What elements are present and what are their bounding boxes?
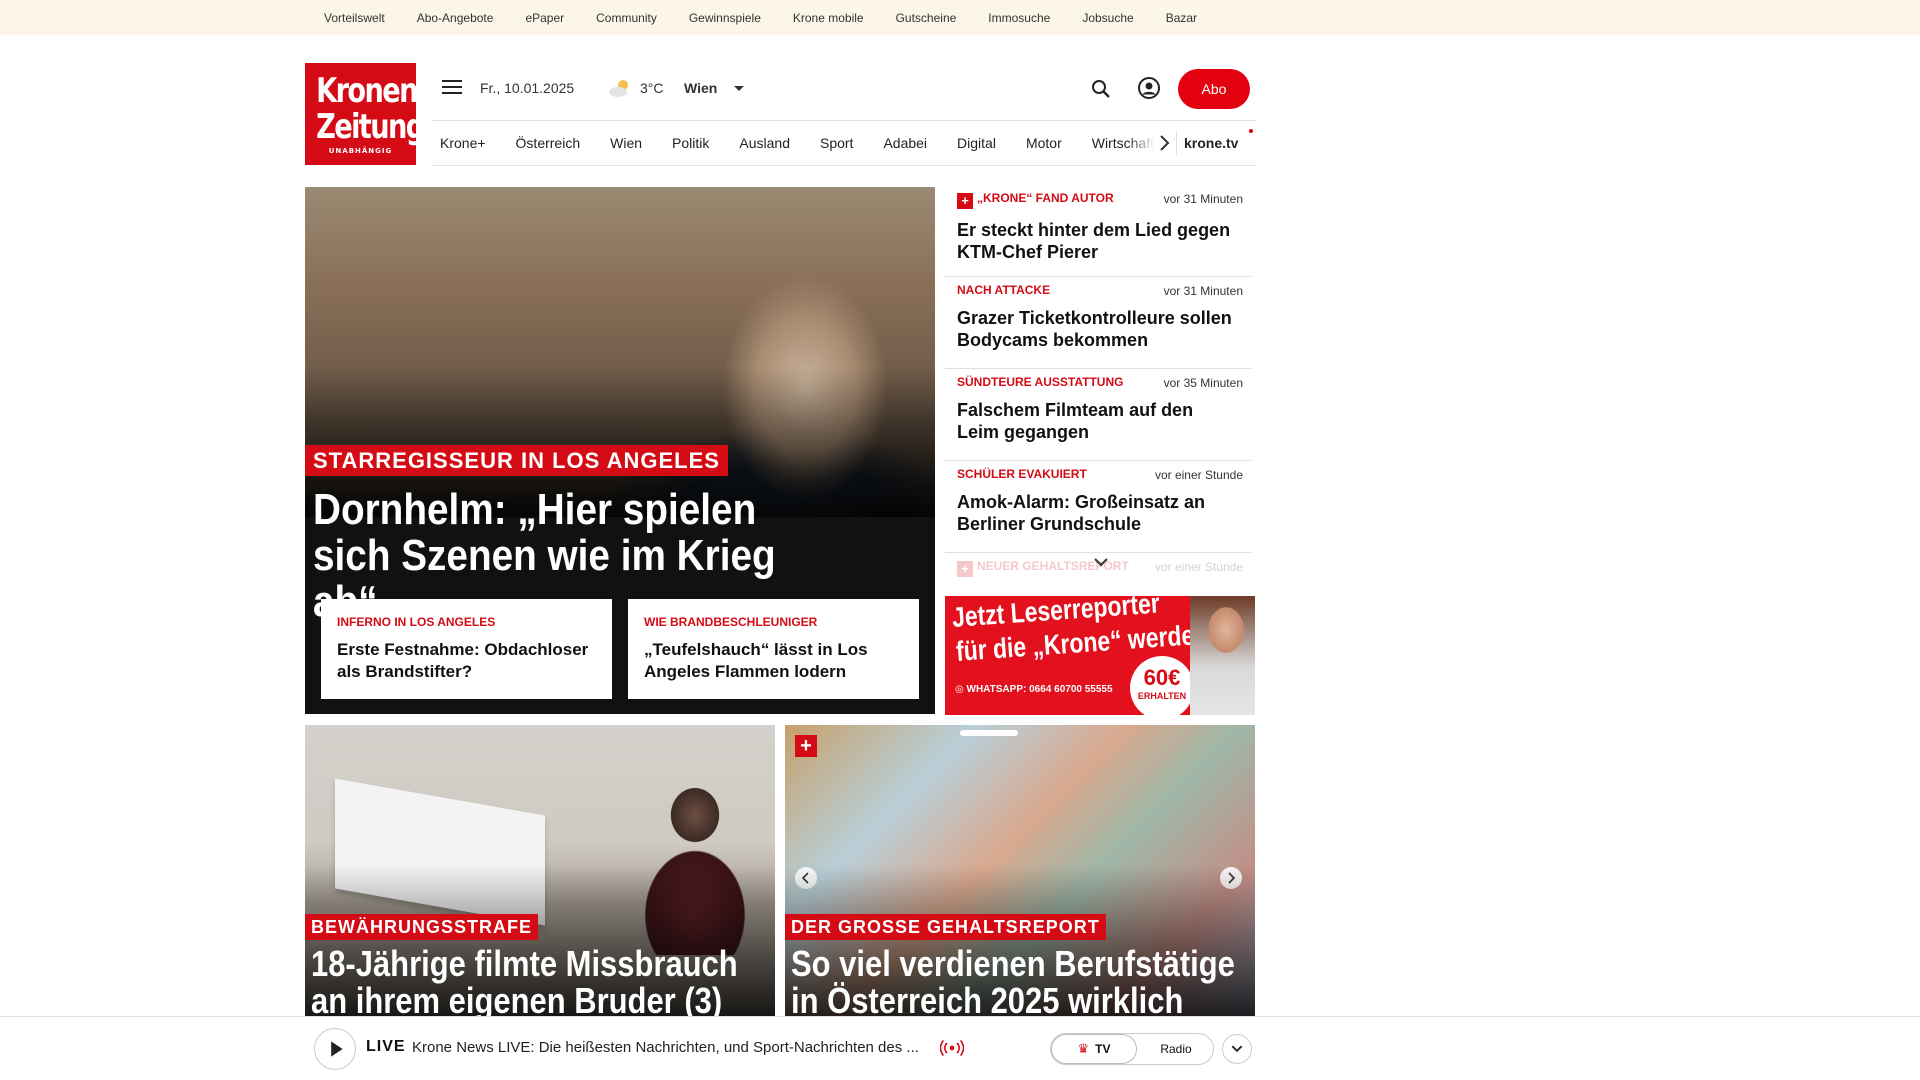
nav-item-adabei[interactable]: Adabei (883, 135, 927, 151)
story-headline: So viel verdienen Berufstätige in Österr… (791, 943, 1235, 1020)
banner-whatsapp: ◎ WHATSAPP: 0664 60700 55555 (955, 684, 1113, 695)
header: Fr., 10.01.2025 3°C Wien Abo (432, 66, 1256, 110)
nav-item-politik[interactable]: Politik (672, 135, 709, 151)
search-icon[interactable] (1090, 78, 1112, 100)
live-stream-title[interactable]: Krone News LIVE: Die heißesten Nachricht… (412, 1039, 919, 1056)
service-link-gewinnspiele[interactable]: Gewinnspiele (689, 11, 761, 25)
chevron-right-icon[interactable] (1154, 133, 1174, 153)
ticker-item[interactable]: SCHÜLER EVAKUIERT vor einer Stunde Amok-… (945, 461, 1251, 553)
ticker-kicker: „KRONE“ FAND AUTOR (977, 191, 1114, 205)
ticker-headline: Er steckt hinter dem Lied gegen KTM-Chef… (957, 220, 1231, 262)
leserreporter-banner[interactable]: Jetzt Leserreporter für die „Krone“ werd… (945, 596, 1255, 715)
live-dot (1249, 129, 1253, 133)
story-headline: 18-Jährige filmte Missbrauch an ihrem ei… (311, 943, 738, 1020)
story-card-bewaehrungsstrafe[interactable]: BEWÄHRUNGSSTRAFE 18-Jährige filmte Missb… (305, 725, 775, 1020)
service-link-community[interactable]: Community (596, 11, 657, 25)
hamburger-menu-icon[interactable] (442, 80, 462, 96)
whatsapp-icon: ◎ (955, 684, 967, 695)
city-select[interactable]: Wien (684, 80, 717, 96)
partly-cloudy-icon (609, 80, 628, 97)
current-date: Fr., 10.01.2025 (480, 80, 575, 96)
krone-plus-icon: + (795, 735, 817, 757)
reward-badge: 60€ ERHALTEN (1130, 656, 1194, 715)
news-ticker: + „KRONE“ FAND AUTOR vor 31 Minuten Er st… (945, 185, 1251, 577)
krone-plus-icon: + (957, 561, 973, 577)
ticker-time: vor 35 Minuten (1163, 376, 1243, 390)
banner-photo (1190, 596, 1255, 715)
ticker-item[interactable]: SÜNDTEURE AUSSTATTUNG vor 35 Minuten Fal… (945, 369, 1251, 461)
nav-item-ausland[interactable]: Ausland (739, 135, 790, 151)
krone-plus-icon: + (957, 193, 973, 209)
live-label: LIVE (366, 1038, 406, 1055)
ticker-item[interactable]: + „KRONE“ FAND AUTOR vor 31 Minuten Er st… (945, 185, 1251, 277)
sub-story-kicker: WIE BRANDBESCHLEUNIGER (644, 615, 818, 629)
service-link-vorteilswelt[interactable]: Vorteilswelt (324, 11, 385, 25)
ticker-time: vor 31 Minuten (1163, 192, 1243, 206)
ticker-headline: Falschem Filmteam auf den Leim gegangen (957, 400, 1194, 442)
logo-tagline: UNABHÄNGIG (328, 147, 393, 155)
tab-radio[interactable]: Radio (1143, 1034, 1209, 1064)
service-bar: Vorteilswelt Abo-Angebote ePaper Communi… (0, 0, 1920, 35)
service-link-gutscheine[interactable]: Gutscheine (896, 11, 957, 25)
nav-item-oesterreich[interactable]: Österreich (516, 135, 581, 151)
story-kicker: BEWÄHRUNGSSTRAFE (305, 914, 538, 940)
nav-divider (1176, 131, 1177, 155)
tab-tv-label: TV (1095, 1042, 1111, 1056)
chevron-down-icon[interactable] (1093, 556, 1109, 568)
hero-sub-story-1[interactable]: INFERNO IN LOS ANGELES Erste Festnahme: … (321, 599, 612, 699)
ticker-headline: Grazer Ticketkontrolleure sollen Bodycam… (957, 308, 1232, 350)
nav-item-digital[interactable]: Digital (957, 135, 996, 151)
service-link-abo-angebote[interactable]: Abo-Angebote (417, 11, 494, 25)
nav-item-motor[interactable]: Motor (1026, 135, 1062, 151)
sub-story-headline: Erste Festnahme: Obdachloser als Brandst… (337, 640, 589, 681)
service-link-krone-mobile[interactable]: Krone mobile (793, 11, 864, 25)
ticker-time: vor einer Stunde (1154, 468, 1243, 482)
kronen-zeitung-logo[interactable]: Kronen Zeitung UNABHÄNGIG (305, 63, 425, 165)
live-player-bar: LIVE Krone News LIVE: Die heißesten Nach… (0, 1016, 1920, 1080)
broadcast-icon (940, 1039, 964, 1057)
hero-sub-story-2[interactable]: WIE BRANDBESCHLEUNIGER „Teufelshauch“ lä… (628, 599, 919, 699)
nav-item-sport[interactable]: Sport (820, 135, 853, 151)
chevron-down-icon[interactable] (1222, 1034, 1252, 1064)
reward-amount: 60€ (1143, 665, 1181, 690)
slider-indicator (960, 730, 1018, 736)
ticker-time: vor 31 Minuten (1163, 284, 1243, 298)
story-card-gehaltsreport[interactable]: + DER GROSSE GEHALTSREPORT So viel verdi… (785, 725, 1255, 1020)
media-toggle: ♛ TV Radio (1050, 1033, 1214, 1065)
service-link-immosuche[interactable]: Immosuche (988, 11, 1050, 25)
sub-story-kicker: INFERNO IN LOS ANGELES (337, 615, 496, 629)
user-account-icon[interactable] (1137, 76, 1161, 100)
tab-tv[interactable]: ♛ TV (1051, 1034, 1137, 1064)
play-icon[interactable] (314, 1028, 356, 1070)
logo-line-1: Kronen (316, 71, 418, 111)
chevron-down-icon[interactable] (734, 86, 744, 91)
temperature: 3°C (640, 80, 664, 96)
whatsapp-number: WHATSAPP: 0664 60700 55555 (966, 684, 1113, 695)
abo-button[interactable]: Abo (1178, 69, 1250, 109)
reward-label: ERHALTEN (1137, 691, 1187, 701)
service-link-bazar[interactable]: Bazar (1166, 11, 1197, 25)
sub-story-headline: „Teufelshauch“ lässt in Los Angeles Flam… (644, 640, 868, 681)
nav-item-krone-tv[interactable]: krone.tv (1184, 135, 1238, 151)
ticker-time: vor einer Stunde (1154, 560, 1243, 574)
ticker-item[interactable]: NACH ATTACKE vor 31 Minuten Grazer Ticke… (945, 277, 1251, 369)
logo-line-2: Zeitung (316, 107, 425, 147)
service-link-epaper[interactable]: ePaper (525, 11, 564, 25)
nav-item-wien[interactable]: Wien (610, 135, 642, 151)
hero-story[interactable]: STARREGISSEUR IN LOS ANGELES Dornhelm: „… (305, 187, 935, 714)
category-nav: Krone+ Österreich Wien Politik Ausland S… (432, 120, 1256, 166)
nav-item-krone-plus[interactable]: Krone+ (440, 135, 486, 151)
ticker-headline: Amok-Alarm: Großeinsatz an Berliner Grun… (957, 492, 1206, 534)
story-kicker: DER GROSSE GEHALTSREPORT (785, 914, 1106, 940)
service-link-jobsuche[interactable]: Jobsuche (1082, 11, 1133, 25)
hero-kicker: STARREGISSEUR IN LOS ANGELES (305, 445, 728, 476)
crown-icon: ♛ (1077, 1041, 1090, 1056)
